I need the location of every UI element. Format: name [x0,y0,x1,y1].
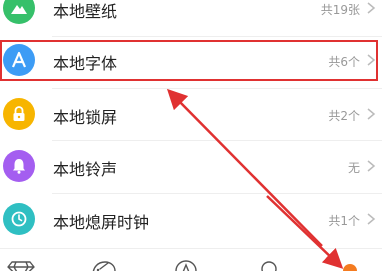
list-item-label: 本地熄屏时钟 [53,213,150,232]
diamond-icon[interactable] [6,259,36,271]
profile-dot-icon[interactable] [335,259,365,271]
chevron-right-icon [367,213,376,225]
list-item-count: 无 [347,161,360,175]
search-icon[interactable] [254,259,284,271]
mountain-icon [3,0,35,24]
list-item-label: 本地壁纸 [53,2,118,21]
brush-icon[interactable] [88,259,118,271]
lock-icon [3,98,35,130]
list-item-wallpaper[interactable]: 本地壁纸 共19张 [0,0,382,34]
chevron-right-icon [367,108,376,120]
clock-icon [3,203,35,235]
list-item-lockscreens[interactable]: 本地锁屏 共2个 [0,88,382,140]
list-item-count: 共19张 [320,3,360,17]
bell-icon [3,150,35,182]
list-item-ringtones[interactable]: 本地铃声 无 [0,140,382,192]
chevron-right-icon [367,2,376,14]
list-item-aod-clock[interactable]: 本地熄屏时钟 共1个 [0,193,382,245]
local-resources-screen: 本地壁纸 共19张 本地字体 共6个 本地锁屏 共2个 本地铃声 无 本地熄屏时… [0,0,382,271]
bottom-tab-bar [0,248,382,271]
list-item-count: 共1个 [328,214,360,228]
list-item-label: 本地铃声 [53,160,118,179]
highlight-box [0,40,378,81]
chevron-right-icon [367,160,376,172]
list-item-count: 共2个 [328,109,360,123]
triangle-a-icon[interactable] [171,259,201,271]
list-item-label: 本地锁屏 [53,108,118,127]
